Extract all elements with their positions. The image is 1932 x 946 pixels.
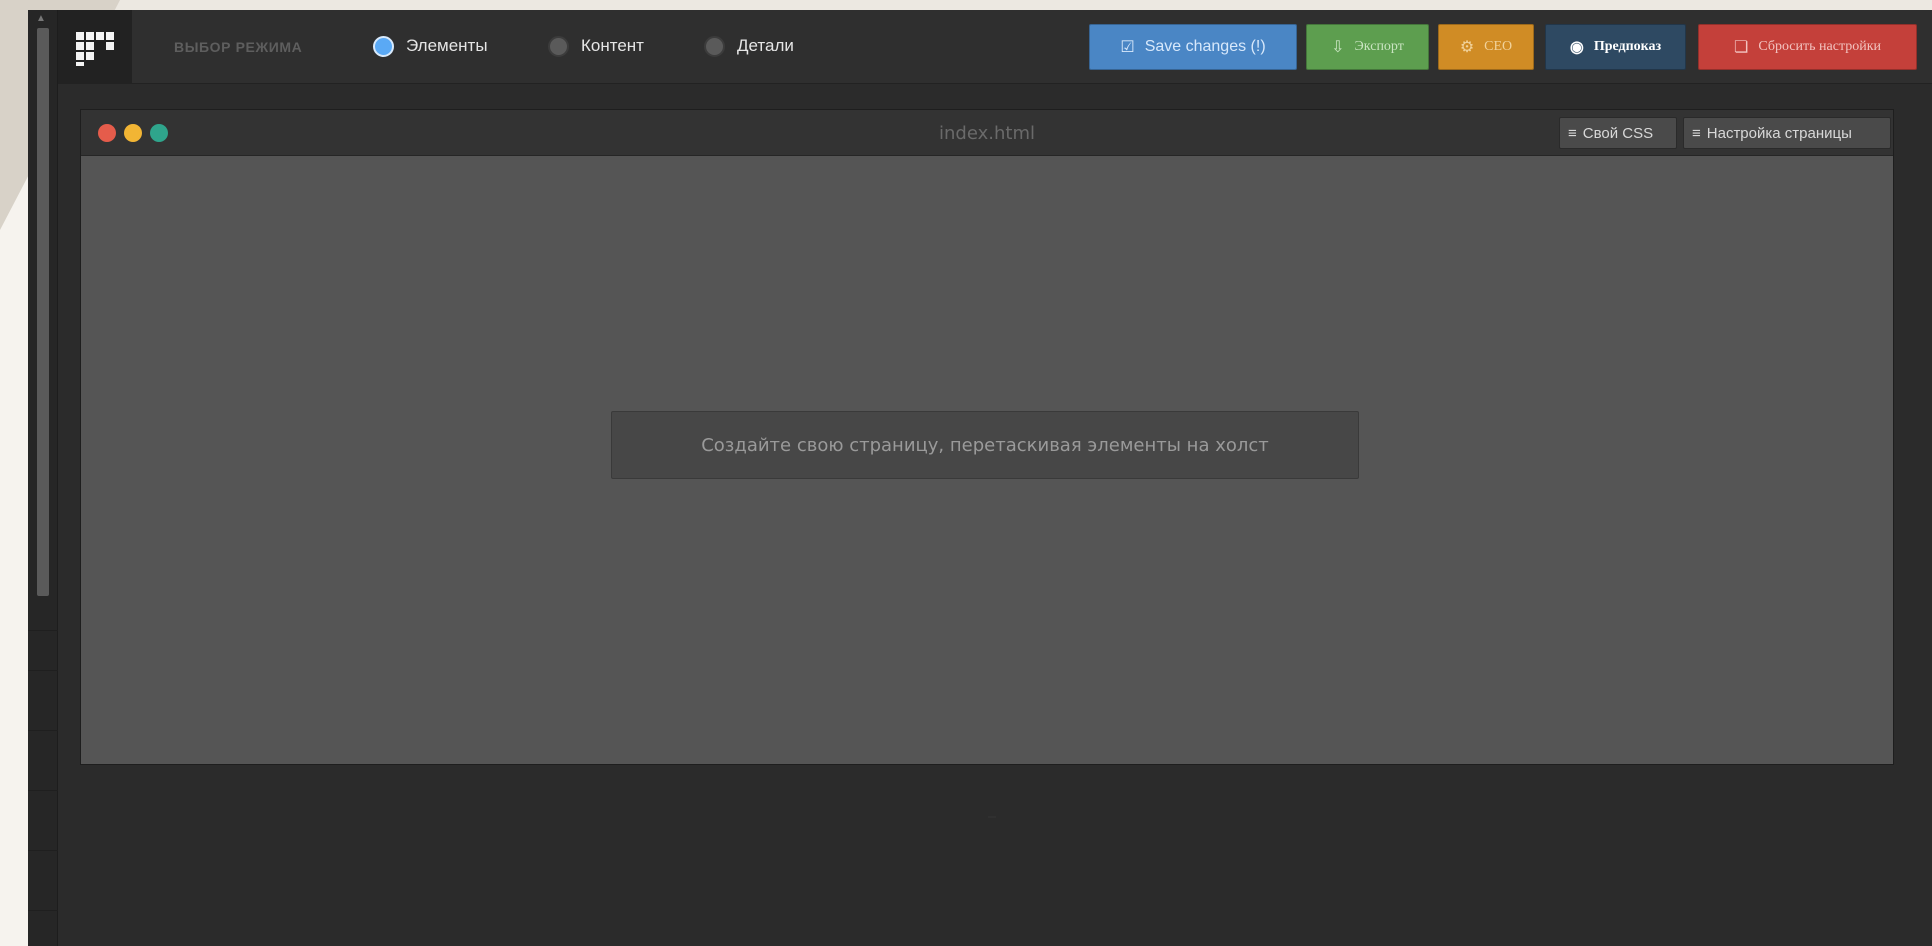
divider [28,850,58,851]
divider [28,630,58,631]
mode-radio-elements[interactable]: Элементы [373,32,488,60]
scroll-up-icon[interactable]: ▲ [36,14,46,24]
export-button-label: Экспорт [1354,39,1404,54]
reset-button-label: Сбросить настройки [1758,39,1882,54]
radio-dot-icon [704,35,725,57]
export-button[interactable]: ⇩ Экспорт [1306,24,1429,70]
page-settings-button[interactable]: ≡ Настройка страницы [1683,117,1891,149]
top-toolbar: ВЫБОР РЕЖИМА Элементы Контент Детали ☑ S… [58,10,1932,84]
mode-select-label: ВЫБОР РЕЖИМА [174,39,303,55]
save-changes-button[interactable]: ☑ Save changes (!) [1089,24,1297,70]
eye-icon: ◉ [1569,39,1584,56]
checkbox-icon: ☑ [1120,39,1135,56]
left-scrollbar[interactable]: ▲ [28,10,58,946]
download-icon: ⇩ [1331,39,1345,56]
mode-radio-content[interactable]: Контент [548,32,644,60]
scrollbar-thumb[interactable] [37,28,49,596]
window-titlebar: index.html ≡ Свой CSS ≡ Настройка страни… [81,110,1893,156]
divider [28,790,58,791]
page-canvas[interactable]: Создайте свою страницу, перетаскивая эле… [81,156,1893,764]
css3-icon: ≡ [1568,124,1577,142]
gear-icon: ⚙ [1459,39,1475,56]
preview-button[interactable]: ◉ Предпоказ [1545,24,1686,70]
mode-radio-label: Детали [737,36,794,55]
save-button-label: Save changes (!) [1144,38,1266,55]
menu-icon: ≡ [1692,124,1701,142]
pixel-logo-icon[interactable] [58,10,132,84]
divider [28,910,58,911]
custom-css-label: Свой CSS [1582,124,1654,142]
divider [28,730,58,731]
canvas-placeholder: Создайте свою страницу, перетаскивая эле… [611,411,1359,479]
mode-radio-label: Элементы [406,36,488,55]
custom-css-button[interactable]: ≡ Свой CSS [1559,117,1677,149]
radio-dot-icon [548,35,569,57]
preview-button-label: Предпоказ [1593,39,1662,54]
page-settings-label: Настройка страницы [1706,124,1852,142]
seo-button-label: СЕО [1484,39,1513,54]
decorative-mark [988,816,996,818]
radio-dot-icon [373,35,394,57]
trash-icon: ❏ [1733,39,1749,56]
reset-settings-button[interactable]: ❏ Сбросить настройки [1698,24,1917,70]
divider [28,670,58,671]
editor-window: index.html ≡ Свой CSS ≡ Настройка страни… [80,109,1894,765]
seo-button[interactable]: ⚙ СЕО [1438,24,1534,70]
app-window: ▲ ВЫБОР РЕЖИМА Элементы Контент Детали ☑… [28,10,1932,946]
mode-radio-label: Контент [581,36,644,55]
mode-radio-details[interactable]: Детали [704,32,794,60]
